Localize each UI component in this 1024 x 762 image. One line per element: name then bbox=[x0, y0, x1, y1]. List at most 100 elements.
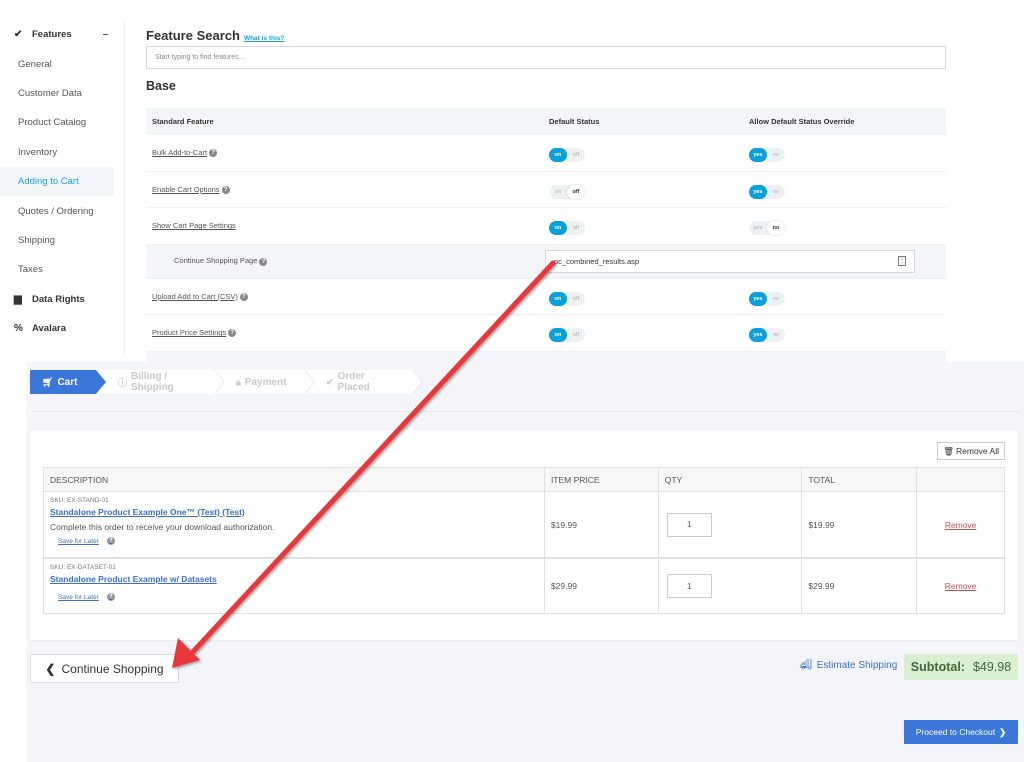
toggle-no[interactable]: no bbox=[767, 292, 785, 306]
shopping-cart-icon: 🛒︎ bbox=[42, 376, 54, 387]
help-icon[interactable]: ? bbox=[106, 593, 115, 601]
sidebar-item-label: General bbox=[18, 58, 52, 70]
remove-link[interactable]: Remove bbox=[945, 581, 977, 591]
sidebar-group-label: Avalara bbox=[32, 323, 66, 335]
step-order-placed[interactable]: ✔ Order Placed bbox=[304, 370, 423, 394]
feature-main: Feature Search What is this? Start typin… bbox=[146, 20, 946, 364]
default-status-toggle[interactable]: on off bbox=[549, 184, 585, 199]
remove-link[interactable]: Remove bbox=[945, 520, 977, 530]
toggle-yes[interactable]: yes bbox=[749, 184, 767, 199]
sidebar-group-features[interactable]: ✔ Features – bbox=[0, 20, 124, 49]
feature-link[interactable]: Show Cart Page Settings bbox=[152, 221, 236, 230]
help-icon[interactable]: ? bbox=[259, 257, 268, 266]
chevron-right-icon: ❯ bbox=[999, 726, 1007, 737]
help-icon[interactable]: ? bbox=[209, 149, 218, 158]
toggle-yes[interactable]: yes bbox=[749, 148, 767, 163]
override-toggle[interactable]: yes no bbox=[749, 328, 785, 343]
default-status-toggle[interactable]: on off bbox=[549, 291, 585, 306]
toggle-no[interactable]: no bbox=[767, 148, 785, 162]
what-is-this-link[interactable]: What is this? bbox=[244, 35, 284, 42]
column-header: Allow Default Status Override bbox=[749, 117, 855, 126]
feature-row: Bulk Add-to-Cart? on off yes no bbox=[146, 135, 946, 172]
collapse-icon[interactable]: – bbox=[103, 29, 108, 40]
step-payment[interactable]: 🔒︎ Payment bbox=[214, 370, 315, 394]
proceed-to-checkout-button[interactable]: Proceed to Checkout ❯ bbox=[904, 720, 1018, 744]
sidebar-item-label: Inventory bbox=[18, 146, 58, 158]
feature-link[interactable]: Upload Add to Cart (CSV) bbox=[152, 292, 238, 301]
info-circle-icon: ⓘ bbox=[118, 377, 128, 388]
override-toggle[interactable]: yes no bbox=[749, 184, 785, 199]
sidebar-item-product-catalog[interactable]: Product Catalog bbox=[0, 108, 124, 137]
item-price: $29.99 bbox=[545, 559, 659, 613]
toggle-yes[interactable]: yes bbox=[749, 328, 767, 343]
feature-row: Show Cart Page Settings on off yes no bbox=[146, 208, 946, 245]
default-status-toggle[interactable]: on off bbox=[549, 221, 585, 236]
subtotal-box: Subtotal: $49.98 bbox=[904, 654, 1018, 680]
save-for-later-link[interactable]: Save for Later bbox=[58, 538, 99, 545]
toggle-off[interactable]: off bbox=[567, 292, 585, 306]
step-billing-shipping[interactable]: ⓘ Billing / Shipping bbox=[96, 370, 225, 394]
divider bbox=[30, 411, 1020, 412]
toggle-no[interactable]: no bbox=[767, 221, 785, 236]
cart-table: DESCRIPTION ITEM PRICE QTY TOTAL SKU: EX… bbox=[43, 467, 1005, 614]
continue-shopping-button[interactable]: ❮ Continue Shopping bbox=[30, 654, 179, 683]
sidebar-item-quotes-ordering[interactable]: Quotes / Ordering bbox=[0, 196, 124, 225]
help-icon[interactable]: ? bbox=[239, 292, 248, 301]
product-link[interactable]: Standalone Product Example One™ (Test) (… bbox=[50, 507, 245, 520]
toggle-on[interactable]: on bbox=[549, 221, 567, 236]
help-icon[interactable]: ? bbox=[228, 329, 237, 338]
continue-shopping-page-input[interactable]: pc_combined_results.asp ⋮ bbox=[545, 249, 915, 273]
sidebar-item-customer-data[interactable]: Customer Data bbox=[0, 79, 124, 108]
remove-all-button[interactable]: 🗑︎ Remove All bbox=[937, 442, 1005, 460]
lock-icon: 🔒︎ bbox=[236, 376, 241, 387]
toggle-yes[interactable]: yes bbox=[749, 221, 767, 235]
help-icon[interactable]: ? bbox=[106, 537, 115, 545]
car-icon: ▆ bbox=[14, 293, 22, 305]
product-link[interactable]: Standalone Product Example w/ Datasets bbox=[50, 574, 217, 587]
sidebar-item-general[interactable]: General bbox=[0, 49, 124, 78]
sidebar-item-taxes[interactable]: Taxes bbox=[0, 255, 124, 284]
sidebar-item-label: Taxes bbox=[18, 264, 43, 276]
override-toggle[interactable]: yes no bbox=[749, 291, 785, 306]
feature-link[interactable]: Product Price Settings bbox=[152, 328, 226, 337]
page-picker-icon[interactable]: ⋮ bbox=[898, 256, 906, 266]
sidebar-item-shipping[interactable]: Shipping bbox=[0, 226, 124, 255]
override-toggle[interactable]: yes no bbox=[749, 148, 785, 163]
help-icon[interactable]: ? bbox=[221, 185, 230, 194]
estimate-shipping-link[interactable]: 🚚︎ Estimate Shipping bbox=[800, 660, 897, 671]
column-header: QTY bbox=[659, 468, 803, 491]
sidebar-group-avalara[interactable]: % Avalara bbox=[0, 314, 124, 343]
column-header: Default Status bbox=[549, 117, 600, 126]
sidebar-item-label: Adding to Cart bbox=[18, 176, 79, 188]
sidebar-item-adding-to-cart[interactable]: Adding to Cart bbox=[0, 166, 114, 197]
quantity-input[interactable]: 1 bbox=[666, 574, 712, 598]
toggle-yes[interactable]: yes bbox=[749, 291, 767, 306]
feature-link[interactable]: Bulk Add-to-Cart bbox=[152, 148, 207, 157]
default-status-toggle[interactable]: on off bbox=[549, 148, 585, 163]
default-status-toggle[interactable]: on off bbox=[549, 328, 585, 343]
step-label: Cart bbox=[57, 376, 78, 388]
toggle-off[interactable]: off bbox=[567, 184, 585, 199]
feature-link[interactable]: Enable Cart Options bbox=[152, 185, 220, 194]
chevron-left-icon: ❮ bbox=[45, 661, 56, 676]
sidebar-item-label: Customer Data bbox=[18, 87, 82, 99]
sidebar-item-label: Quotes / Ordering bbox=[18, 205, 94, 217]
quantity-input[interactable]: 1 bbox=[666, 512, 712, 537]
toggle-off[interactable]: off bbox=[567, 148, 585, 162]
sidebar-group-data-rights[interactable]: ▆ Data Rights bbox=[0, 285, 124, 314]
toggle-off[interactable]: off bbox=[567, 221, 585, 235]
sidebar-item-inventory[interactable]: Inventory bbox=[0, 138, 124, 167]
step-label: Billing / Shipping bbox=[131, 371, 174, 393]
feature-search-input[interactable]: Start typing to find features... bbox=[146, 46, 946, 69]
toggle-no[interactable]: no bbox=[767, 328, 785, 342]
override-toggle[interactable]: yes no bbox=[749, 221, 785, 236]
toggle-on[interactable]: on bbox=[549, 328, 567, 343]
save-for-later-link[interactable]: Save for Later bbox=[58, 594, 99, 601]
toggle-on[interactable]: on bbox=[549, 291, 567, 306]
toggle-on[interactable]: on bbox=[549, 185, 567, 199]
toggle-off[interactable]: off bbox=[567, 328, 585, 342]
step-cart[interactable]: 🛒︎ Cart bbox=[30, 370, 106, 394]
toggle-no[interactable]: no bbox=[767, 185, 785, 199]
sidebar-group-label: Features bbox=[32, 29, 72, 41]
toggle-on[interactable]: on bbox=[549, 148, 567, 163]
